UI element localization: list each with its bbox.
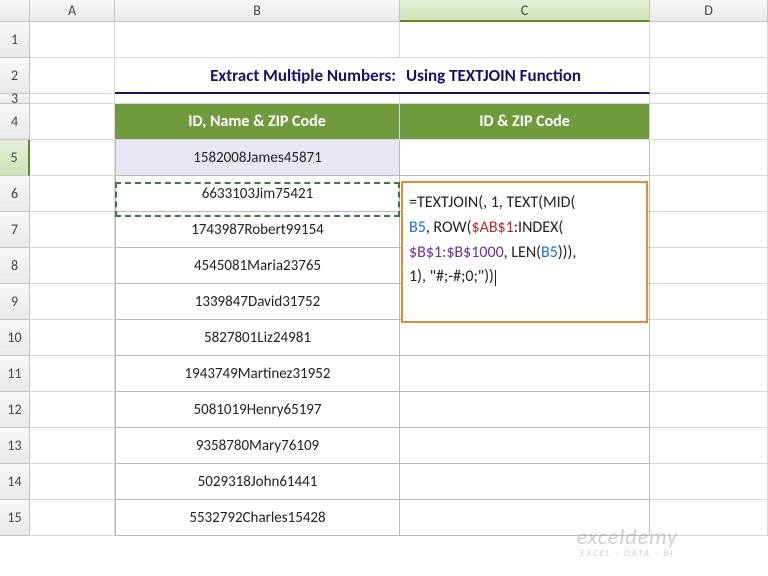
cell-A14[interactable] (30, 464, 115, 500)
cell-B13[interactable]: 9358780Mary76109 (115, 428, 400, 464)
spreadsheet-grid: A B C D 1 2 Extract Multiple Numbers: Us… (0, 0, 768, 536)
cell-C11[interactable] (400, 356, 650, 392)
cell-B7[interactable]: 1743987Robert99154 (115, 212, 400, 248)
col-header-B[interactable]: B (115, 0, 400, 22)
row-header-4[interactable]: 4 (0, 104, 30, 140)
cell-A12[interactable] (30, 392, 115, 428)
cell-B9[interactable]: 1339847David31752 (115, 284, 400, 320)
select-all-corner[interactable] (0, 0, 30, 22)
title-right: Using TEXTJOIN Function (400, 58, 650, 94)
cell-A4[interactable] (30, 104, 115, 140)
row-header-14[interactable]: 14 (0, 464, 30, 500)
row-header-12[interactable]: 12 (0, 392, 30, 428)
cell-B3[interactable] (115, 94, 400, 104)
cell-B8[interactable]: 4545081Maria23765 (115, 248, 400, 284)
title-left: Extract Multiple Numbers: (115, 58, 400, 94)
cell-D1[interactable] (650, 22, 768, 58)
cell-A13[interactable] (30, 428, 115, 464)
formula-line-3: $B$1:$B$1000, LEN(B5))), (409, 241, 640, 266)
header-id-zip: ID & ZIP Code (400, 104, 650, 140)
row-header-7[interactable]: 7 (0, 212, 30, 248)
cell-B1[interactable] (115, 22, 400, 58)
cell-D3[interactable] (650, 94, 768, 104)
cell-B6[interactable]: 6633103Jim75421 (115, 176, 400, 212)
cell-C10[interactable] (400, 320, 650, 356)
col-header-D[interactable]: D (650, 0, 768, 22)
row-header-10[interactable]: 10 (0, 320, 30, 356)
cell-B14[interactable]: 5029318John61441 (115, 464, 400, 500)
cell-C3[interactable] (400, 94, 650, 104)
row-header-3[interactable]: 3 (0, 94, 30, 104)
cell-B15[interactable]: 5532792Charles15428 (115, 500, 400, 536)
cell-A5[interactable] (30, 140, 115, 176)
cell-D9[interactable] (650, 284, 768, 320)
cell-C12[interactable] (400, 392, 650, 428)
cell-A7[interactable] (30, 212, 115, 248)
row-header-2[interactable]: 2 (0, 58, 30, 94)
cell-A10[interactable] (30, 320, 115, 356)
formula-editor[interactable]: =TEXTJOIN(, 1, TEXT(MID( B5, ROW($AB$1:I… (401, 181, 648, 323)
cell-D2[interactable] (650, 58, 768, 94)
cell-D12[interactable] (650, 392, 768, 428)
cell-D6[interactable] (650, 176, 768, 212)
col-header-C[interactable]: C (400, 0, 650, 22)
cell-A15[interactable] (30, 500, 115, 536)
cell-C5[interactable] (400, 140, 650, 176)
cell-D4[interactable] (650, 104, 768, 140)
cell-A8[interactable] (30, 248, 115, 284)
cell-B12[interactable]: 5081019Henry65197 (115, 392, 400, 428)
cell-A11[interactable] (30, 356, 115, 392)
cell-D13[interactable] (650, 428, 768, 464)
row-header-5[interactable]: 5 (0, 140, 30, 176)
cell-B10[interactable]: 5827801Liz24981 (115, 320, 400, 356)
row-header-11[interactable]: 11 (0, 356, 30, 392)
cell-D8[interactable] (650, 248, 768, 284)
cell-A9[interactable] (30, 284, 115, 320)
row-header-9[interactable]: 9 (0, 284, 30, 320)
row-header-8[interactable]: 8 (0, 248, 30, 284)
cell-B5[interactable]: 1582008James45871 (115, 140, 400, 176)
cell-A1[interactable] (30, 22, 115, 58)
cell-D7[interactable] (650, 212, 768, 248)
formula-line-1: =TEXTJOIN(, 1, TEXT(MID( (409, 191, 640, 216)
cell-C13[interactable] (400, 428, 650, 464)
cell-C15[interactable] (400, 500, 650, 536)
cell-D5[interactable] (650, 140, 768, 176)
cell-C1[interactable] (400, 22, 650, 58)
cell-A3[interactable] (30, 94, 115, 104)
row-header-13[interactable]: 13 (0, 428, 30, 464)
cell-D14[interactable] (650, 464, 768, 500)
header-id-name-zip: ID, Name & ZIP Code (115, 104, 400, 140)
cell-C14[interactable] (400, 464, 650, 500)
row-header-15[interactable]: 15 (0, 500, 30, 536)
watermark-line2: EXCEL · DATA · BI (577, 549, 678, 558)
row-header-6[interactable]: 6 (0, 176, 30, 212)
cell-D10[interactable] (650, 320, 768, 356)
cell-D15[interactable] (650, 500, 768, 536)
cell-A6[interactable] (30, 176, 115, 212)
formula-line-4: 1), "#;-#;0;")) (409, 265, 640, 290)
cell-D11[interactable] (650, 356, 768, 392)
col-header-A[interactable]: A (30, 0, 115, 22)
cell-A2[interactable] (30, 58, 115, 94)
formula-line-2: B5, ROW($AB$1:INDEX( (409, 216, 640, 241)
row-header-1[interactable]: 1 (0, 22, 30, 58)
cell-B11[interactable]: 1943749Martinez31952 (115, 356, 400, 392)
